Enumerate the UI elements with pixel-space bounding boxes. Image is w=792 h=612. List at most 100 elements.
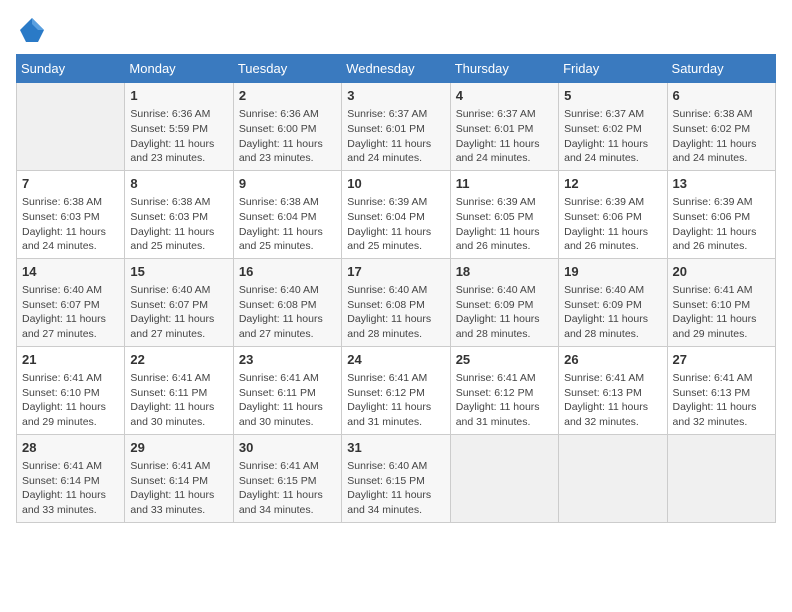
calendar-cell <box>559 434 667 522</box>
calendar-cell: 23 Sunrise: 6:41 AM Sunset: 6:11 PM Dayli… <box>233 346 341 434</box>
header-day-sunday: Sunday <box>17 55 125 83</box>
day-info: Sunrise: 6:40 AM Sunset: 6:07 PM Dayligh… <box>22 283 119 342</box>
day-number: 5 <box>564 87 661 105</box>
day-number: 27 <box>673 351 770 369</box>
day-number: 19 <box>564 263 661 281</box>
day-number: 12 <box>564 175 661 193</box>
day-info: Sunrise: 6:37 AM Sunset: 6:02 PM Dayligh… <box>564 107 661 166</box>
calendar-cell: 16 Sunrise: 6:40 AM Sunset: 6:08 PM Dayli… <box>233 258 341 346</box>
day-info: Sunrise: 6:40 AM Sunset: 6:07 PM Dayligh… <box>130 283 227 342</box>
calendar-cell: 7 Sunrise: 6:38 AM Sunset: 6:03 PM Daylig… <box>17 170 125 258</box>
calendar-cell: 31Sunrise: 6:40 AM Sunset: 6:15 PM Dayli… <box>342 434 450 522</box>
calendar-cell: 25 Sunrise: 6:41 AM Sunset: 6:12 PM Dayli… <box>450 346 558 434</box>
calendar-cell: 10Sunrise: 6:39 AM Sunset: 6:04 PM Dayli… <box>342 170 450 258</box>
day-info: Sunrise: 6:36 AM Sunset: 6:00 PM Dayligh… <box>239 107 336 166</box>
day-number: 13 <box>673 175 770 193</box>
day-info: Sunrise: 6:41 AM Sunset: 6:10 PM Dayligh… <box>673 283 770 342</box>
calendar-cell: 15 Sunrise: 6:40 AM Sunset: 6:07 PM Dayli… <box>125 258 233 346</box>
calendar-cell: 14 Sunrise: 6:40 AM Sunset: 6:07 PM Dayli… <box>17 258 125 346</box>
day-info: Sunrise: 6:40 AM Sunset: 6:09 PM Dayligh… <box>564 283 661 342</box>
calendar-cell: 4Sunrise: 6:37 AM Sunset: 6:01 PM Daylig… <box>450 83 558 171</box>
calendar-cell <box>450 434 558 522</box>
day-number: 14 <box>22 263 119 281</box>
day-number: 29 <box>130 439 227 457</box>
calendar-cell: 18Sunrise: 6:40 AM Sunset: 6:09 PM Dayli… <box>450 258 558 346</box>
calendar-cell: 22Sunrise: 6:41 AM Sunset: 6:11 PM Dayli… <box>125 346 233 434</box>
day-info: Sunrise: 6:36 AM Sunset: 5:59 PM Dayligh… <box>130 107 227 166</box>
day-number: 25 <box>456 351 553 369</box>
day-info: Sunrise: 6:40 AM Sunset: 6:15 PM Dayligh… <box>347 459 444 518</box>
calendar-header-row: SundayMondayTuesdayWednesdayThursdayFrid… <box>17 55 776 83</box>
day-info: Sunrise: 6:40 AM Sunset: 6:08 PM Dayligh… <box>239 283 336 342</box>
day-number: 6 <box>673 87 770 105</box>
day-info: Sunrise: 6:41 AM Sunset: 6:13 PM Dayligh… <box>564 371 661 430</box>
calendar-cell: 21 Sunrise: 6:41 AM Sunset: 6:10 PM Dayli… <box>17 346 125 434</box>
day-number: 30 <box>239 439 336 457</box>
calendar-cell: 6 Sunrise: 6:38 AM Sunset: 6:02 PM Daylig… <box>667 83 775 171</box>
calendar-cell: 27 Sunrise: 6:41 AM Sunset: 6:13 PM Dayli… <box>667 346 775 434</box>
day-info: Sunrise: 6:41 AM Sunset: 6:13 PM Dayligh… <box>673 371 770 430</box>
day-number: 17 <box>347 263 444 281</box>
header <box>16 16 776 44</box>
day-number: 15 <box>130 263 227 281</box>
day-info: Sunrise: 6:41 AM Sunset: 6:15 PM Dayligh… <box>239 459 336 518</box>
calendar-cell: 13 Sunrise: 6:39 AM Sunset: 6:06 PM Dayli… <box>667 170 775 258</box>
calendar-cell: 2 Sunrise: 6:36 AM Sunset: 6:00 PM Daylig… <box>233 83 341 171</box>
day-number: 3 <box>347 87 444 105</box>
day-info: Sunrise: 6:40 AM Sunset: 6:08 PM Dayligh… <box>347 283 444 342</box>
day-number: 16 <box>239 263 336 281</box>
day-info: Sunrise: 6:38 AM Sunset: 6:03 PM Dayligh… <box>22 195 119 254</box>
day-info: Sunrise: 6:38 AM Sunset: 6:03 PM Dayligh… <box>130 195 227 254</box>
calendar-week-row: 7 Sunrise: 6:38 AM Sunset: 6:03 PM Daylig… <box>17 170 776 258</box>
calendar-cell: 8Sunrise: 6:38 AM Sunset: 6:03 PM Daylig… <box>125 170 233 258</box>
logo-icon <box>18 16 46 44</box>
day-number: 24 <box>347 351 444 369</box>
day-info: Sunrise: 6:41 AM Sunset: 6:12 PM Dayligh… <box>456 371 553 430</box>
day-number: 26 <box>564 351 661 369</box>
calendar-cell: 30 Sunrise: 6:41 AM Sunset: 6:15 PM Dayli… <box>233 434 341 522</box>
day-number: 2 <box>239 87 336 105</box>
day-info: Sunrise: 6:39 AM Sunset: 6:06 PM Dayligh… <box>564 195 661 254</box>
calendar-cell: 28Sunrise: 6:41 AM Sunset: 6:14 PM Dayli… <box>17 434 125 522</box>
calendar-cell: 26 Sunrise: 6:41 AM Sunset: 6:13 PM Dayli… <box>559 346 667 434</box>
calendar-cell: 12 Sunrise: 6:39 AM Sunset: 6:06 PM Dayli… <box>559 170 667 258</box>
calendar-week-row: 1 Sunrise: 6:36 AM Sunset: 5:59 PM Daylig… <box>17 83 776 171</box>
day-info: Sunrise: 6:39 AM Sunset: 6:06 PM Dayligh… <box>673 195 770 254</box>
calendar-cell: 20Sunrise: 6:41 AM Sunset: 6:10 PM Dayli… <box>667 258 775 346</box>
calendar-cell: 5 Sunrise: 6:37 AM Sunset: 6:02 PM Daylig… <box>559 83 667 171</box>
day-info: Sunrise: 6:41 AM Sunset: 6:12 PM Dayligh… <box>347 371 444 430</box>
calendar-cell: 1 Sunrise: 6:36 AM Sunset: 5:59 PM Daylig… <box>125 83 233 171</box>
day-number: 22 <box>130 351 227 369</box>
header-day-monday: Monday <box>125 55 233 83</box>
calendar-table: SundayMondayTuesdayWednesdayThursdayFrid… <box>16 54 776 523</box>
header-day-friday: Friday <box>559 55 667 83</box>
day-number: 7 <box>22 175 119 193</box>
day-number: 1 <box>130 87 227 105</box>
header-day-wednesday: Wednesday <box>342 55 450 83</box>
calendar-week-row: 28Sunrise: 6:41 AM Sunset: 6:14 PM Dayli… <box>17 434 776 522</box>
calendar-cell: 24 Sunrise: 6:41 AM Sunset: 6:12 PM Dayli… <box>342 346 450 434</box>
calendar-cell: 17 Sunrise: 6:40 AM Sunset: 6:08 PM Dayli… <box>342 258 450 346</box>
day-info: Sunrise: 6:37 AM Sunset: 6:01 PM Dayligh… <box>347 107 444 166</box>
day-number: 11 <box>456 175 553 193</box>
day-info: Sunrise: 6:41 AM Sunset: 6:10 PM Dayligh… <box>22 371 119 430</box>
header-day-thursday: Thursday <box>450 55 558 83</box>
calendar-week-row: 14 Sunrise: 6:40 AM Sunset: 6:07 PM Dayli… <box>17 258 776 346</box>
day-info: Sunrise: 6:38 AM Sunset: 6:02 PM Dayligh… <box>673 107 770 166</box>
day-info: Sunrise: 6:39 AM Sunset: 6:04 PM Dayligh… <box>347 195 444 254</box>
calendar-cell: 9Sunrise: 6:38 AM Sunset: 6:04 PM Daylig… <box>233 170 341 258</box>
day-number: 21 <box>22 351 119 369</box>
calendar-cell: 11 Sunrise: 6:39 AM Sunset: 6:05 PM Dayli… <box>450 170 558 258</box>
calendar-cell: 29Sunrise: 6:41 AM Sunset: 6:14 PM Dayli… <box>125 434 233 522</box>
calendar-week-row: 21 Sunrise: 6:41 AM Sunset: 6:10 PM Dayli… <box>17 346 776 434</box>
day-info: Sunrise: 6:41 AM Sunset: 6:11 PM Dayligh… <box>239 371 336 430</box>
day-number: 28 <box>22 439 119 457</box>
calendar-cell <box>667 434 775 522</box>
header-day-saturday: Saturday <box>667 55 775 83</box>
calendar-cell: 3 Sunrise: 6:37 AM Sunset: 6:01 PM Daylig… <box>342 83 450 171</box>
day-info: Sunrise: 6:39 AM Sunset: 6:05 PM Dayligh… <box>456 195 553 254</box>
day-number: 4 <box>456 87 553 105</box>
day-number: 23 <box>239 351 336 369</box>
day-number: 9 <box>239 175 336 193</box>
header-day-tuesday: Tuesday <box>233 55 341 83</box>
